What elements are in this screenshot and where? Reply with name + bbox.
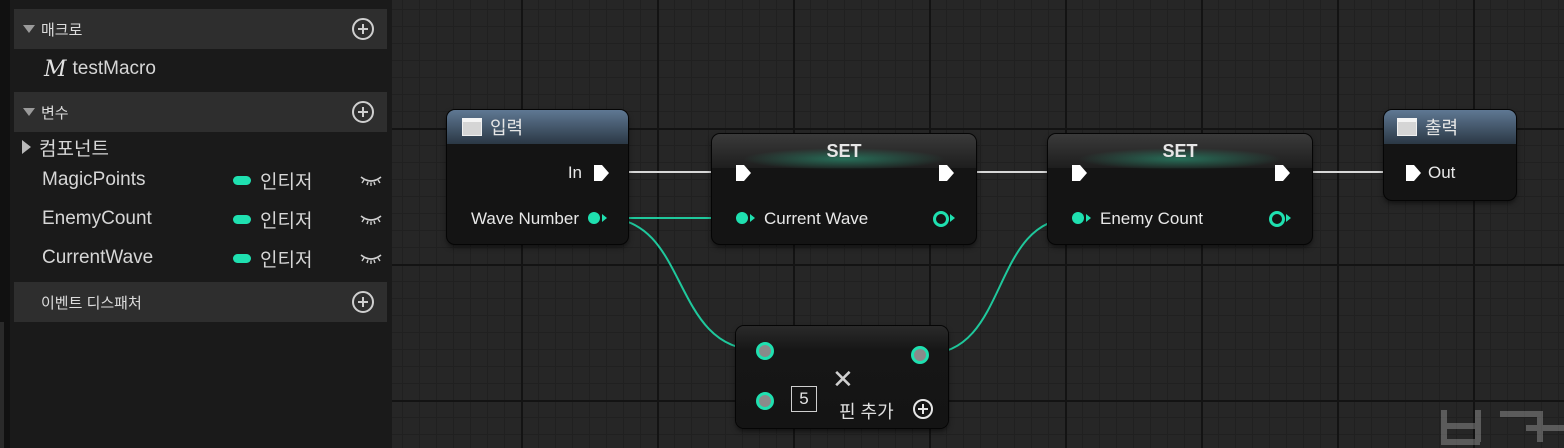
exec-out-pin-icon[interactable]	[592, 164, 610, 182]
pin-arrow-icon	[602, 214, 607, 222]
add-pin-label[interactable]: 핀 추가	[839, 398, 894, 424]
add-input-b-pin[interactable]	[756, 392, 774, 410]
set-current-wave-node[interactable]: SET Current Wave	[712, 134, 976, 244]
out-exec-label: Out	[1428, 163, 1456, 182]
set-node-header[interactable]: SET	[1048, 134, 1312, 170]
exec-in-pin-icon[interactable]	[1404, 164, 1422, 182]
current-wave-label: Current Wave	[764, 209, 869, 228]
enemy-count-in-pin[interactable]	[1072, 212, 1084, 224]
output-node[interactable]: 출력 Out	[1384, 110, 1516, 200]
pin-arrow-icon	[750, 214, 755, 222]
exec-in-pin-icon[interactable]	[1070, 164, 1088, 182]
set-enemy-count-node[interactable]: SET Enemy Count	[1048, 134, 1312, 244]
output-node-title: 출력	[1425, 118, 1459, 138]
in-exec-label: In	[567, 163, 582, 182]
add-value-input[interactable]: 5	[791, 386, 817, 412]
input-node[interactable]: 입력 In Wave Number	[447, 110, 628, 244]
wave-number-out-pin[interactable]	[588, 212, 600, 224]
current-wave-out-pin[interactable]	[933, 211, 949, 227]
set-node-title: SET	[1162, 140, 1198, 161]
add-result-pin[interactable]	[911, 346, 929, 364]
enemy-count-label: Enemy Count	[1100, 209, 1203, 228]
input-node-header[interactable]: 입력	[447, 110, 628, 144]
input-node-title: 입력	[490, 118, 524, 138]
wave-number-label: Wave Number	[470, 209, 579, 228]
current-wave-in-pin[interactable]	[736, 212, 748, 224]
watermark-logo	[1441, 410, 1564, 445]
set-node-title: SET	[826, 140, 862, 161]
pin-arrow-icon	[950, 214, 955, 222]
output-node-header[interactable]: 출력	[1384, 110, 1516, 144]
pin-arrow-icon	[1286, 214, 1291, 222]
exec-out-pin-icon[interactable]	[937, 164, 955, 182]
exec-out-pin-icon[interactable]	[1273, 164, 1291, 182]
add-input-a-pin[interactable]	[756, 342, 774, 360]
add-pin-plus-icon[interactable]	[913, 399, 933, 419]
function-result-icon	[1397, 118, 1417, 136]
pin-arrow-icon	[1086, 214, 1091, 222]
add-operator-icon: ✕	[832, 364, 854, 394]
exec-in-pin-icon[interactable]	[734, 164, 752, 182]
set-node-header[interactable]: SET	[712, 134, 976, 170]
function-entry-icon	[462, 118, 482, 136]
enemy-count-out-pin[interactable]	[1269, 211, 1285, 227]
add-integer-node[interactable]: 5 ✕ 핀 추가	[736, 326, 948, 428]
